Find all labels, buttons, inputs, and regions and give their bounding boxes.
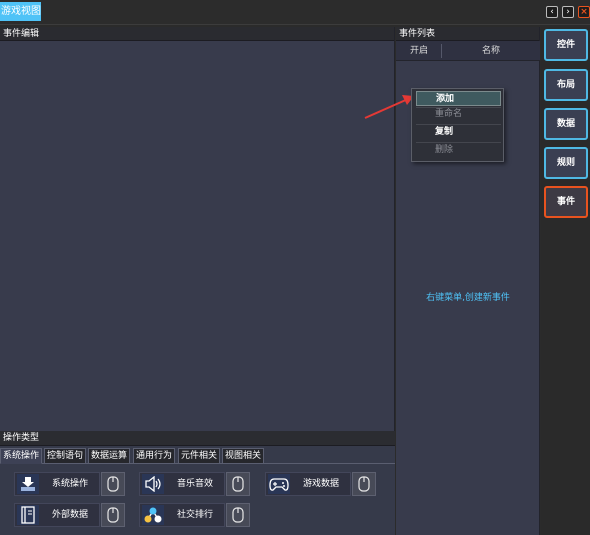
column-enabled[interactable]: 开启 [410, 41, 428, 61]
empty-list-hint: 右键菜单,创建新事件 [426, 293, 510, 303]
right-sidebar: 控件 布局 数据 规则 事件 [541, 27, 590, 535]
tab-view-related[interactable]: 视图相关 [222, 448, 265, 464]
gamepad-icon [268, 474, 290, 494]
menu-item-delete[interactable]: 删除 [416, 143, 501, 158]
op-audio-button[interactable]: 音乐音效 [139, 472, 225, 496]
event-list-header: 事件列表 [396, 27, 539, 41]
op-social-ranking-button[interactable]: 社交排行 [139, 503, 225, 527]
operation-types-panel: 操作类型 系统操作 控制语句 数据运算 通用行为 元件相关 视图相关 系统操作 … [0, 431, 395, 535]
menu-item-rename[interactable]: 重命名 [416, 107, 501, 122]
menu-item-add[interactable]: 添加 [416, 91, 501, 106]
mouse-icon[interactable] [101, 472, 125, 496]
column-divider[interactable] [441, 44, 442, 58]
tab-system-ops[interactable]: 系统操作 [0, 448, 43, 464]
mouse-icon[interactable] [352, 472, 376, 496]
annotation-arrow-icon [364, 95, 414, 119]
mouse-icon[interactable] [226, 503, 250, 527]
event-editor-header: 事件编辑 [0, 27, 394, 41]
sidebar-button-events[interactable]: 事件 [544, 186, 588, 218]
sidebar-button-layout[interactable]: 布局 [544, 69, 588, 101]
operation-tabs: 系统操作 控制语句 数据运算 通用行为 元件相关 视图相关 [0, 446, 395, 464]
op-audio-label: 音乐音效 [177, 479, 214, 489]
operation-types-header: 操作类型 [0, 431, 395, 446]
tab-data-operations[interactable]: 数据运算 [88, 448, 131, 464]
op-system-label: 系统操作 [52, 479, 89, 489]
monitor-download-icon [17, 474, 39, 494]
tab-component-related[interactable]: 元件相关 [178, 448, 221, 464]
op-external-data-label: 外部数据 [52, 510, 89, 520]
op-system-button[interactable]: 系统操作 [14, 472, 100, 496]
context-menu: 添加 重命名 复制 删除 [411, 88, 504, 162]
nav-prev-button[interactable]: ‹ [546, 6, 558, 18]
nav-next-button[interactable]: › [562, 6, 574, 18]
event-list-column-headers: 开启 名称 [396, 41, 540, 61]
tab-common-behaviors[interactable]: 通用行为 [133, 448, 176, 464]
op-game-data-button[interactable]: 游戏数据 [265, 472, 351, 496]
network-icon [142, 505, 164, 525]
sidebar-button-controls[interactable]: 控件 [544, 29, 588, 61]
speaker-icon [142, 474, 164, 494]
book-icon [17, 505, 39, 525]
menu-item-copy[interactable]: 复制 [416, 125, 501, 140]
sidebar-button-rules[interactable]: 规则 [544, 147, 588, 179]
mouse-icon[interactable] [226, 472, 250, 496]
op-game-data-label: 游戏数据 [303, 479, 340, 489]
op-external-data-button[interactable]: 外部数据 [14, 503, 100, 527]
document-tab[interactable]: 游戏视图* [0, 2, 41, 21]
column-name[interactable]: 名称 [482, 41, 500, 61]
mouse-icon[interactable] [101, 503, 125, 527]
top-bar: 游戏视图* ‹ › × [0, 0, 590, 25]
op-social-ranking-label: 社交排行 [177, 510, 214, 520]
event-editor-panel[interactable]: 事件编辑 [0, 27, 395, 431]
close-button[interactable]: × [578, 6, 590, 18]
sidebar-button-data[interactable]: 数据 [544, 108, 588, 140]
tab-control-statements[interactable]: 控制语句 [44, 448, 87, 464]
